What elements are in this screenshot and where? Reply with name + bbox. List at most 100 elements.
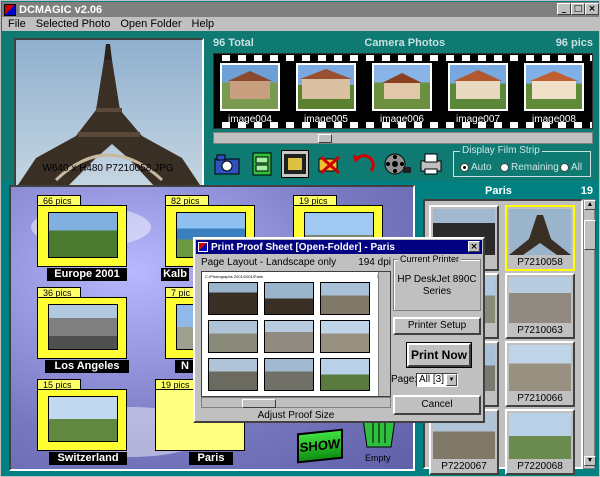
radio-remaining-dot[interactable]	[500, 163, 509, 172]
menu-file[interactable]: File	[8, 17, 26, 31]
film-frame-label: image006	[380, 114, 424, 125]
photo-grid-scrollbar[interactable]: ▲ ▼	[583, 199, 596, 469]
show-button[interactable]: SHOW	[297, 428, 343, 464]
proof-cell-image	[208, 282, 258, 315]
undo-arrow-icon[interactable]	[349, 150, 377, 178]
proof-size-slider[interactable]	[201, 397, 391, 408]
photo-thumbnail-selected[interactable]: P7210058	[505, 205, 575, 271]
folder-label: N	[175, 360, 195, 373]
scroll-up-button[interactable]: ▲	[584, 200, 596, 210]
photo-thumbnail[interactable]: P7220068	[505, 409, 575, 475]
radio-auto-label: Auto	[471, 162, 492, 173]
maximize-button[interactable]: □	[571, 3, 585, 15]
app-window: DCMAGIC v2.06 _ □ × File Selected Photo …	[0, 0, 600, 477]
menu-help[interactable]: Help	[192, 17, 215, 31]
folder-body	[37, 205, 127, 267]
page-layout-label: Page Layout - Landscape only	[201, 257, 337, 268]
dialog-close-button[interactable]: ×	[468, 241, 480, 252]
cancel-button[interactable]: Cancel	[393, 395, 481, 415]
proof-cell-image	[264, 358, 314, 391]
radio-all-label: All	[571, 162, 583, 173]
minimize-button[interactable]: _	[557, 3, 571, 15]
page-select-value: All [3]	[419, 374, 445, 385]
radio-auto[interactable]: Auto	[460, 162, 492, 173]
photo-thumbnail-caption: P7210063	[517, 325, 563, 336]
folder-photos-count: 19	[580, 185, 593, 197]
film-frame-label: image008	[532, 114, 576, 125]
dialog-title: Print Proof Sheet [Open-Folder] - Paris	[211, 241, 395, 253]
folder-photos-header: Paris 19	[421, 185, 597, 199]
menu-selected-photo[interactable]: Selected Photo	[36, 17, 111, 31]
delete-camera-icon[interactable]	[315, 150, 343, 178]
proof-cell	[208, 320, 258, 360]
proof-cell	[208, 282, 258, 322]
film-frame-label: image004	[228, 114, 272, 125]
close-button[interactable]: ×	[585, 3, 599, 15]
folder-label: Los Angeles	[45, 360, 129, 373]
folder-switzerland[interactable]: 15 pics	[37, 379, 127, 451]
proof-preview: Page Layout - Landscape only 194 dpi C:\…	[201, 257, 391, 421]
camera-icon[interactable]	[213, 150, 241, 178]
scroll-thumb[interactable]	[584, 220, 596, 250]
radio-all[interactable]: All	[560, 162, 582, 173]
film-strip-title: Camera Photos	[364, 37, 446, 49]
main-photo-caption: W640 x H480 P7210058.JPG	[42, 163, 174, 174]
proof-cell	[264, 320, 314, 360]
current-printer-legend: Current Printer	[398, 254, 462, 264]
film-frame[interactable]	[296, 63, 356, 111]
app-icon	[4, 3, 16, 16]
proof-cell-image	[208, 320, 258, 353]
photo-thumbnail-caption: P7220068	[517, 461, 563, 472]
film-frame[interactable]	[220, 63, 280, 111]
proof-vscroll[interactable]	[378, 272, 390, 396]
proof-page-path: C:\Photographs 2001\2001\Paris	[205, 274, 264, 279]
preview-header: Page Layout - Landscape only 194 dpi	[201, 257, 391, 269]
film-strip-scrollbar[interactable]	[213, 132, 593, 144]
film-frame[interactable]	[372, 63, 432, 111]
printer-icon[interactable]	[417, 150, 445, 178]
page-label: Page:	[391, 374, 418, 385]
adjust-proof-size-label: Adjust Proof Size	[257, 410, 335, 421]
dialog-title-bar: Print Proof Sheet [Open-Folder] - Paris …	[196, 240, 482, 254]
proof-cell	[320, 358, 370, 398]
film-frame-icon[interactable]	[281, 150, 309, 178]
proof-page-header: C:\Photographs 2001\2001\Paris 1 page	[205, 274, 389, 279]
folder-los-angeles[interactable]: 36 pics	[37, 287, 127, 359]
current-printer-group: Current Printer HP DeskJet 890C Series	[393, 254, 481, 311]
menu-open-folder[interactable]: Open Folder	[120, 17, 181, 31]
film-total-label: 96 Total	[213, 37, 254, 49]
proof-cell	[208, 358, 258, 398]
film-sprockets-top	[214, 55, 592, 61]
photo-thumbnail[interactable]: P7210063	[505, 273, 575, 339]
printer-name: HP DeskJet 890C Series	[397, 274, 477, 297]
page-select[interactable]: All [3] ▼	[416, 373, 458, 387]
photo-thumbnail-image	[509, 345, 571, 391]
photo-thumbnail[interactable]: P7210066	[505, 341, 575, 407]
printer-setup-button[interactable]: Printer Setup	[393, 317, 481, 335]
photo-thumbnail-caption: P7210066	[517, 393, 563, 404]
film-strip: image004 image005 image006 image007 imag…	[213, 53, 593, 129]
proof-size-thumb[interactable]	[242, 399, 276, 408]
film-frame[interactable]	[448, 63, 508, 111]
proof-cell	[264, 358, 314, 398]
film-reel-icon[interactable]	[383, 150, 411, 178]
proof-cell-image	[208, 358, 258, 391]
display-film-strip-legend: Display Film Strip	[460, 145, 542, 156]
chevron-down-icon[interactable]: ▼	[446, 374, 457, 386]
radio-auto-dot[interactable]	[460, 163, 469, 172]
folder-body	[37, 389, 127, 451]
radio-remaining[interactable]: Remaining	[500, 162, 559, 173]
film-strip-scroll-thumb[interactable]	[318, 134, 332, 143]
cabinet-icon[interactable]	[247, 150, 275, 178]
folder-europe-2001[interactable]: 66 pics	[37, 195, 127, 267]
folder-photos-title: Paris	[485, 185, 512, 197]
photo-thumbnail-caption: P7210058	[517, 257, 563, 268]
scroll-down-button[interactable]: ▼	[584, 456, 596, 466]
print-proof-sheet-dialog: Print Proof Sheet [Open-Folder] - Paris …	[193, 237, 485, 423]
film-frame[interactable]	[524, 63, 584, 111]
radio-all-dot[interactable]	[560, 163, 569, 172]
print-now-button[interactable]: Print Now	[406, 342, 472, 368]
folder-label: Paris	[189, 452, 233, 465]
proof-cell-image	[320, 320, 370, 353]
radio-remaining-label: Remaining	[511, 162, 559, 173]
